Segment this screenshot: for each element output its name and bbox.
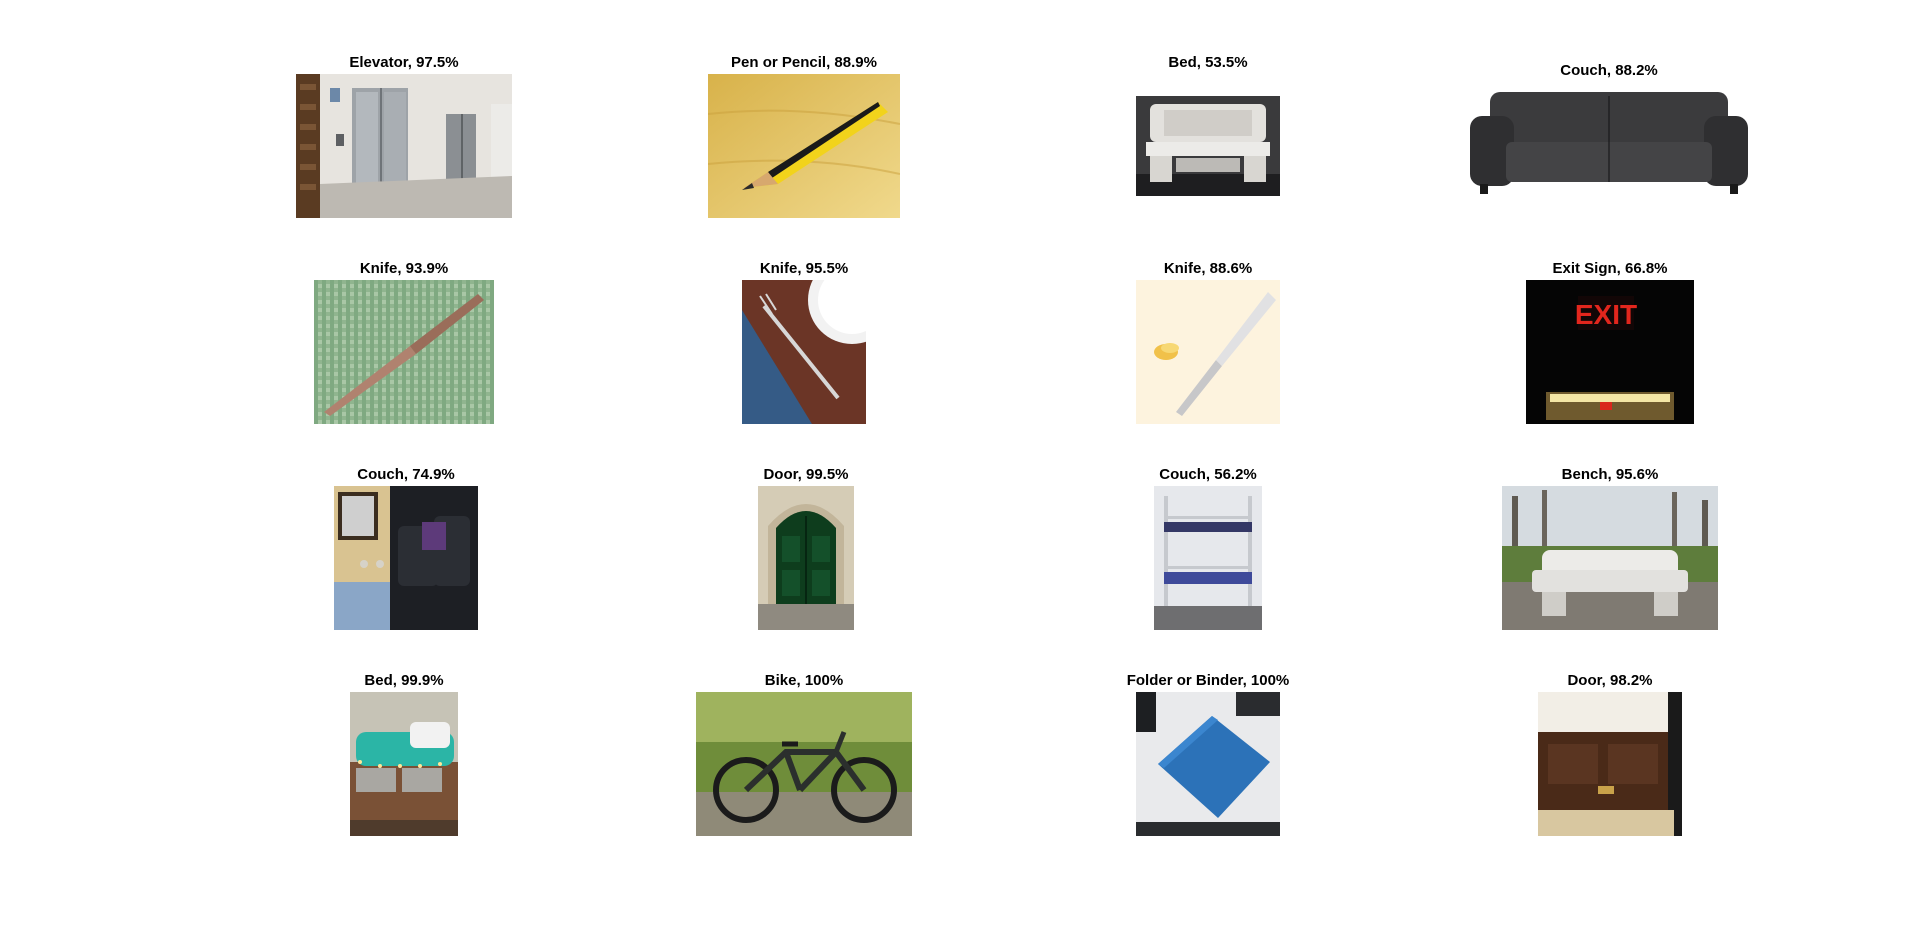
knife-on-cloth-photo-icon xyxy=(314,280,494,424)
panel-exit-sign: Exit Sign, 66.8% EXIT xyxy=(1526,260,1694,424)
panel-couch-1: Couch, 88.2% xyxy=(1470,62,1748,206)
panel-title: Couch, 88.2% xyxy=(1560,62,1658,79)
blue-folder-photo-icon xyxy=(1136,692,1280,836)
panel-title: Knife, 93.9% xyxy=(359,260,449,277)
panel-knife-1: Knife, 93.9% xyxy=(314,260,494,424)
panel-title: Pen or Pencil, 88.9% xyxy=(731,54,877,71)
panel-title: Couch, 56.2% xyxy=(1159,466,1257,483)
green-door-photo-icon xyxy=(758,486,854,630)
panel-door-2: Door, 98.2% xyxy=(1538,672,1682,836)
bunk-bed-photo-icon xyxy=(1154,486,1262,630)
panel-title: Door, 99.5% xyxy=(763,466,849,483)
classification-figure: Elevator, 97.5% Pen or Pencil, 88.9% Bed… xyxy=(0,0,1920,926)
exit-sign-photo-icon: EXIT xyxy=(1526,280,1694,424)
panel-title: Elevator, 97.5% xyxy=(349,54,459,71)
dorm-bed-photo-icon xyxy=(350,692,458,836)
living-room-couch-photo-icon xyxy=(334,486,478,630)
panel-folder: Folder or Binder, 100% xyxy=(1110,672,1306,836)
panel-couch-2: Couch, 74.9% xyxy=(334,466,478,630)
leather-couch-photo-icon xyxy=(1470,86,1748,202)
panel-bed-2: Bed, 99.9% xyxy=(350,672,458,836)
panel-title: Knife, 95.5% xyxy=(759,260,849,277)
wooden-door-photo-icon xyxy=(1538,692,1682,836)
panel-door-1: Door, 99.5% xyxy=(758,466,854,630)
panel-pencil: Pen or Pencil, 88.9% xyxy=(708,54,900,218)
panel-bench: Bench, 95.6% xyxy=(1502,466,1718,630)
panel-title: Folder or Binder, 100% xyxy=(1126,672,1290,689)
fork-and-plate-photo-icon xyxy=(742,280,866,424)
panel-title: Knife, 88.6% xyxy=(1163,260,1253,277)
panel-title: Exit Sign, 66.8% xyxy=(1552,260,1668,277)
panel-elevator: Elevator, 97.5% xyxy=(296,54,512,218)
pencil-photo-icon xyxy=(708,74,900,218)
elevator-photo-icon xyxy=(296,74,512,218)
panel-title: Door, 98.2% xyxy=(1567,672,1653,689)
panel-title: Bed, 99.9% xyxy=(364,672,444,689)
panel-knife-2: Knife, 95.5% xyxy=(742,260,866,424)
panel-title: Bed, 53.5% xyxy=(1168,54,1248,71)
panel-couch-3: Couch, 56.2% xyxy=(1154,466,1262,630)
butter-knife-photo-icon xyxy=(1136,280,1280,424)
panel-title: Couch, 74.9% xyxy=(357,466,455,483)
park-bench-photo-icon xyxy=(1502,486,1718,630)
panel-knife-3: Knife, 88.6% xyxy=(1136,260,1280,424)
svg-text:EXIT: EXIT xyxy=(1575,299,1637,330)
panel-bike: Bike, 100% xyxy=(696,672,912,836)
bike-photo-icon xyxy=(696,692,912,836)
panel-bed-1: Bed, 53.5% xyxy=(1136,54,1280,198)
panel-title: Bike, 100% xyxy=(764,672,844,689)
panel-title: Bench, 95.6% xyxy=(1561,466,1659,483)
stone-bench-photo-icon xyxy=(1136,96,1280,196)
